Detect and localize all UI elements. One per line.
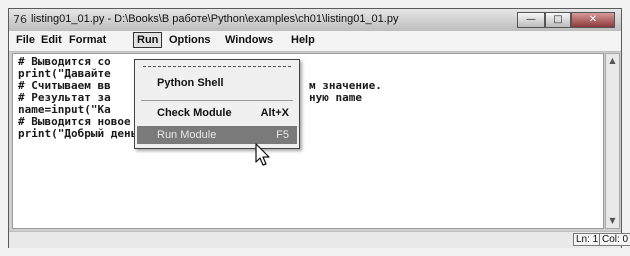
menu-bar: File Edit Format Run Options Windows Hel…: [9, 31, 621, 52]
minimize-button[interactable]: —: [517, 12, 545, 28]
code-line-tail: ную name: [309, 91, 362, 104]
menu-options[interactable]: Options: [169, 34, 211, 46]
vertical-scrollbar[interactable]: ▲ ▼: [605, 53, 620, 229]
status-line: Ln: 1: [573, 233, 602, 246]
shortcut-label: Alt+X: [260, 107, 289, 119]
menu-help[interactable]: Help: [291, 34, 315, 46]
status-col: Col: 0: [599, 233, 630, 246]
window-title: listing01_01.py - D:\Books\В работе\Pyth…: [31, 13, 399, 25]
arrow-down-icon[interactable]: ▼: [606, 215, 619, 227]
status-bar: Ln: 1 Col: 0: [9, 231, 630, 248]
menu-separator: [141, 100, 293, 101]
mouse-pointer-icon: [255, 143, 270, 166]
idle-editor-window: 76 listing01_01.py - D:\Books\В работе\P…: [8, 8, 630, 248]
close-button[interactable]: ✕: [571, 12, 615, 28]
menu-item-run-module[interactable]: Run Module F5: [137, 126, 297, 144]
maximize-button[interactable]: □: [545, 12, 571, 28]
run-menu-dropdown: Python Shell Check Module Alt+X Run Modu…: [134, 59, 300, 149]
menu-item-python-shell[interactable]: Python Shell: [137, 74, 297, 92]
python-idle-icon: 76: [13, 13, 27, 26]
tearoff-line[interactable]: [143, 66, 291, 67]
arrow-up-icon[interactable]: ▲: [606, 55, 619, 67]
menu-format[interactable]: Format: [69, 34, 106, 46]
title-bar[interactable]: 76 listing01_01.py - D:\Books\В работе\P…: [9, 9, 621, 31]
menu-windows[interactable]: Windows: [225, 34, 273, 46]
menu-edit[interactable]: Edit: [41, 34, 62, 46]
shortcut-label: F5: [276, 129, 289, 141]
menu-file[interactable]: File: [16, 34, 35, 46]
code-editor[interactable]: # Выводится со print("Давайте # Считывае…: [12, 53, 604, 229]
menu-item-check-module[interactable]: Check Module Alt+X: [137, 104, 297, 122]
menu-run[interactable]: Run: [133, 32, 163, 48]
